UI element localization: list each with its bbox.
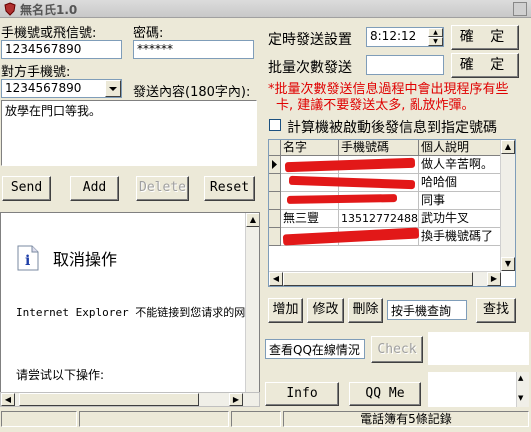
contact-search-button[interactable]: 查找 (476, 298, 516, 323)
batch-count-input[interactable] (366, 55, 444, 75)
status-pane (1, 411, 77, 427)
warning-line-1: *批量次數發送信息過程中會出現程序有些 (268, 82, 509, 97)
scroll-up-icon[interactable]: ▲ (501, 140, 515, 154)
table-cell[interactable]: 135127724881 (339, 210, 419, 228)
table-cell[interactable]: 做人辛苦啊。 (419, 156, 502, 174)
column-header-phone[interactable]: 手機號碼 (339, 140, 419, 156)
startup-checkbox[interactable] (269, 119, 281, 131)
scroll-left-icon[interactable]: ◀ (1, 393, 15, 406)
batch-confirm-button[interactable]: 確 定 (451, 53, 519, 78)
contact-edit-button[interactable]: 修改 (307, 298, 344, 323)
send-button[interactable]: Send (2, 176, 51, 201)
table-cell[interactable]: 哈哈個 (419, 174, 502, 192)
batch-label: 批量次數發送 (268, 60, 352, 76)
target-phone-value: 1234567890 (5, 81, 82, 95)
qq-me-area (428, 372, 528, 407)
password-input[interactable]: ****** (133, 40, 254, 59)
row-indicator[interactable] (269, 156, 281, 174)
info-button[interactable]: Info (265, 382, 339, 406)
current-row-arrow-icon (272, 160, 277, 169)
scroll-right-icon[interactable]: ▶ (487, 272, 501, 286)
close-button[interactable] (513, 2, 527, 16)
startup-check-label: 計算機被啟動後發信息到指定號碼 (287, 120, 497, 136)
reset-button[interactable]: Reset (204, 176, 255, 201)
ie-hint: 请尝试以下操作: (16, 368, 105, 382)
table-cell[interactable]: 武功牛叉 (419, 210, 502, 228)
browser-panel: i 取消操作 Internet Explorer 不能链接到您请求的网 请尝试以… (0, 212, 260, 407)
ie-message: Internet Explorer 不能链接到您请求的网 (16, 306, 246, 319)
status-pane (79, 411, 229, 427)
bottom-right-scrollbar[interactable]: ▲ ▼ (516, 372, 529, 407)
target-phone-label: 對方手機號: (1, 65, 71, 80)
row-indicator[interactable] (269, 192, 281, 210)
contact-delete-button[interactable]: 刪除 (348, 298, 383, 323)
scroll-up-icon[interactable]: ▲ (246, 213, 259, 227)
ie-vertical-scrollbar[interactable]: ▲ ▼ (245, 213, 259, 406)
timer-confirm-button[interactable]: 確 定 (451, 25, 519, 50)
row-indicator[interactable] (269, 210, 281, 228)
qq-me-button[interactable]: QQ Me (349, 382, 421, 406)
svg-text:i: i (25, 253, 30, 269)
ie-heading: 取消操作 (53, 250, 118, 269)
spin-up-icon[interactable]: ▲ (428, 28, 443, 37)
target-phone-select[interactable]: 1234567890 (1, 79, 122, 98)
contacts-horizontal-scrollbar[interactable]: ◀ ▶ (269, 271, 501, 286)
scroll-thumb[interactable] (19, 393, 199, 406)
title-bar[interactable]: 無名氏1.0 (0, 0, 531, 18)
warning-line-2: 卡, 建議不要發送太多, 亂放炸彈。 (276, 98, 475, 113)
scroll-thumb[interactable] (283, 272, 473, 286)
qq-input[interactable]: 查看QQ在線情況 (265, 339, 365, 359)
scroll-down-icon[interactable]: ▼ (518, 394, 523, 402)
column-header-name[interactable]: 名字 (281, 140, 339, 156)
table-cell[interactable]: 同事 (419, 192, 502, 210)
ie-horizontal-scrollbar[interactable]: ◀ ▶ (0, 392, 260, 407)
app-shield-icon (4, 2, 16, 16)
password-label: 密碼: (133, 26, 164, 41)
phone-label: 手機號或飛信號: (1, 26, 97, 41)
qq-status-area (428, 332, 529, 365)
delete-button[interactable]: Delete (136, 176, 189, 201)
contact-search-input[interactable]: 按手機查詢 (387, 300, 467, 320)
content-label: 發送內容(180字內): (133, 85, 251, 100)
scroll-up-icon[interactable]: ▲ (518, 374, 523, 382)
qq-check-button[interactable]: Check (371, 336, 423, 363)
row-indicator[interactable] (269, 174, 281, 192)
contacts-vertical-scrollbar[interactable]: ▲ ▼ (500, 140, 515, 271)
table-cell[interactable]: 無三豐 (281, 210, 339, 228)
status-record-count: 電話簿有5條記錄 (283, 411, 529, 427)
window-title: 無名氏1.0 (20, 3, 78, 17)
info-icon: i (17, 245, 39, 271)
contact-add-button[interactable]: 增加 (268, 298, 303, 323)
table-corner (269, 140, 281, 156)
scroll-right-icon[interactable]: ▶ (229, 393, 243, 406)
table-cell[interactable]: 換手機號碼了 (419, 228, 502, 246)
status-pane (231, 411, 281, 427)
row-indicator[interactable] (269, 228, 281, 246)
phone-input[interactable]: 1234567890 (1, 40, 122, 59)
scroll-down-icon[interactable]: ▼ (501, 257, 515, 271)
chevron-down-icon[interactable] (105, 80, 121, 97)
spin-down-icon[interactable]: ▼ (428, 37, 443, 46)
message-content-input[interactable]: 放學在門口等我。 (1, 100, 257, 166)
scroll-left-icon[interactable]: ◀ (269, 272, 283, 286)
contacts-table[interactable]: 名字 手機號碼 個人說明 做人辛苦啊。 哈哈個 同事 無三豐 135127724… (268, 139, 516, 287)
column-header-note[interactable]: 個人說明 (419, 140, 502, 156)
add-button[interactable]: Add (70, 176, 119, 201)
timer-label: 定時發送設置 (268, 32, 352, 48)
